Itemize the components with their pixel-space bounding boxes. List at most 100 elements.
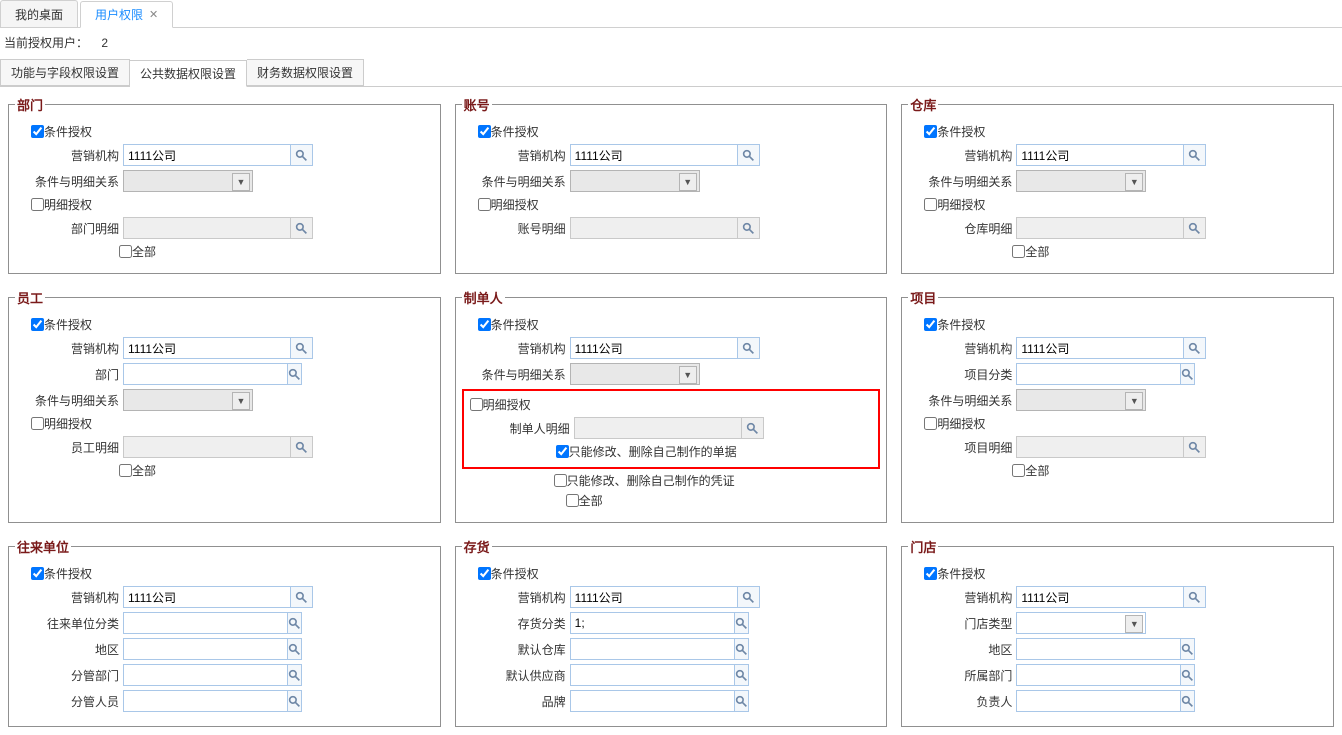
partner-area-input[interactable]: [123, 638, 288, 660]
cond-auth-label: 条件授权: [937, 316, 985, 333]
current-user-info: 当前授权用户： 2: [0, 28, 1342, 57]
project-cond-auth-check[interactable]: [924, 318, 937, 331]
store-area-input[interactable]: [1016, 638, 1181, 660]
store-dept-input[interactable]: [1016, 664, 1181, 686]
inventory-cat-input[interactable]: [570, 612, 735, 634]
project-cat-input[interactable]: [1016, 363, 1181, 385]
store-cond-auth-check[interactable]: [924, 567, 937, 580]
partner-mgr-dept-input[interactable]: [123, 664, 288, 686]
account-detail-input: [570, 217, 738, 239]
subtab-public-data[interactable]: 公共数据权限设置: [130, 60, 247, 87]
lookup-icon[interactable]: [1184, 337, 1206, 359]
cond-auth-label: 条件授权: [491, 316, 539, 333]
maker-detail-auth-check[interactable]: [470, 398, 483, 411]
maker-relation-select[interactable]: ▼: [570, 363, 700, 385]
project-all-check[interactable]: [1012, 464, 1025, 477]
employee-detail-auth-check[interactable]: [31, 417, 44, 430]
partner-cat-input[interactable]: [123, 612, 288, 634]
store-dept-label: 所属部门: [908, 667, 1016, 684]
cond-auth-label: 条件授权: [491, 123, 539, 140]
lookup-icon[interactable]: [291, 144, 313, 166]
lookup-icon[interactable]: [735, 638, 749, 660]
lookup-icon[interactable]: [288, 612, 302, 634]
maker-highlight-box: 明细授权 制单人明细 只能修改、删除自己制作的单据: [462, 389, 881, 469]
maker-all-check[interactable]: [566, 494, 579, 507]
maker-org-input[interactable]: [570, 337, 738, 359]
lookup-icon[interactable]: [1181, 690, 1195, 712]
subtab-finance-data[interactable]: 财务数据权限设置: [247, 59, 364, 86]
dept-detail-auth-check[interactable]: [31, 198, 44, 211]
inventory-brand-input[interactable]: [570, 690, 735, 712]
section-project: 项目 条件授权 营销机构 项目分类 条件与明细关系 ▼ 明细授权 项目明细 全部: [901, 288, 1334, 523]
subtab-func-field[interactable]: 功能与字段权限设置: [0, 59, 130, 86]
maker-cond-auth-check[interactable]: [478, 318, 491, 331]
tab-userperm[interactable]: 用户权限 ✕: [80, 1, 173, 28]
cond-auth-label: 条件授权: [491, 565, 539, 582]
inventory-defwh-input[interactable]: [570, 638, 735, 660]
warehouse-detail-auth-check[interactable]: [924, 198, 937, 211]
warehouse-all-check[interactable]: [1012, 245, 1025, 258]
dept-relation-select[interactable]: ▼: [123, 170, 253, 192]
account-cond-auth-check[interactable]: [478, 125, 491, 138]
lookup-icon[interactable]: [1184, 144, 1206, 166]
employee-cond-auth-check[interactable]: [31, 318, 44, 331]
warehouse-cond-auth-check[interactable]: [924, 125, 937, 138]
lookup-icon[interactable]: [288, 664, 302, 686]
inventory-cond-auth-check[interactable]: [478, 567, 491, 580]
inventory-org-input[interactable]: [570, 586, 738, 608]
lookup-icon[interactable]: [291, 586, 313, 608]
warehouse-detail-label: 仓库明细: [908, 220, 1016, 237]
lookup-icon[interactable]: [288, 690, 302, 712]
warehouse-org-input[interactable]: [1016, 144, 1184, 166]
lookup-icon[interactable]: [738, 586, 760, 608]
lookup-icon[interactable]: [735, 612, 749, 634]
project-detail-input: [1016, 436, 1184, 458]
account-relation-select[interactable]: ▼: [570, 170, 700, 192]
lookup-icon[interactable]: [1181, 664, 1195, 686]
lookup-icon[interactable]: [738, 337, 760, 359]
inventory-defsup-input[interactable]: [570, 664, 735, 686]
perm-subtabs: 功能与字段权限设置 公共数据权限设置 财务数据权限设置: [0, 59, 1342, 87]
employee-org-input[interactable]: [123, 337, 291, 359]
maker-own-bill-check[interactable]: [556, 445, 569, 458]
lookup-icon: [1184, 436, 1206, 458]
chevron-down-icon: ▼: [1125, 392, 1143, 410]
lookup-icon[interactable]: [1181, 363, 1195, 385]
project-detail-auth-check[interactable]: [924, 417, 937, 430]
employee-all-check[interactable]: [119, 464, 132, 477]
partner-mgr-ppl-input[interactable]: [123, 690, 288, 712]
maker-own-voucher-check[interactable]: [554, 474, 567, 487]
lookup-icon[interactable]: [1181, 638, 1195, 660]
relation-label: 条件与明细关系: [462, 173, 570, 190]
account-detail-auth-check[interactable]: [478, 198, 491, 211]
all-label: 全部: [132, 462, 156, 479]
org-label: 营销机构: [908, 340, 1016, 357]
store-mgr-input[interactable]: [1016, 690, 1181, 712]
relation-label: 条件与明细关系: [15, 173, 123, 190]
partner-org-input[interactable]: [123, 586, 291, 608]
lookup-icon[interactable]: [288, 638, 302, 660]
store-org-input[interactable]: [1016, 586, 1184, 608]
partner-cond-auth-check[interactable]: [31, 567, 44, 580]
warehouse-relation-select[interactable]: ▼: [1016, 170, 1146, 192]
dept-cond-auth-check[interactable]: [31, 125, 44, 138]
close-icon[interactable]: ✕: [149, 8, 158, 21]
dept-org-input[interactable]: [123, 144, 291, 166]
relation-label: 条件与明细关系: [908, 392, 1016, 409]
employee-dept-input[interactable]: [123, 363, 288, 385]
employee-relation-select[interactable]: ▼: [123, 389, 253, 411]
lookup-icon[interactable]: [288, 363, 302, 385]
lookup-icon[interactable]: [738, 144, 760, 166]
store-type-select[interactable]: ▼: [1016, 612, 1146, 634]
section-account-title: 账号: [462, 95, 492, 114]
lookup-icon[interactable]: [291, 337, 313, 359]
lookup-icon[interactable]: [735, 690, 749, 712]
project-org-input[interactable]: [1016, 337, 1184, 359]
tab-desktop[interactable]: 我的桌面: [0, 0, 78, 27]
lookup-icon[interactable]: [735, 664, 749, 686]
account-org-input[interactable]: [570, 144, 738, 166]
dept-all-check[interactable]: [119, 245, 132, 258]
project-relation-select[interactable]: ▼: [1016, 389, 1146, 411]
lookup-icon: [291, 436, 313, 458]
lookup-icon[interactable]: [1184, 586, 1206, 608]
